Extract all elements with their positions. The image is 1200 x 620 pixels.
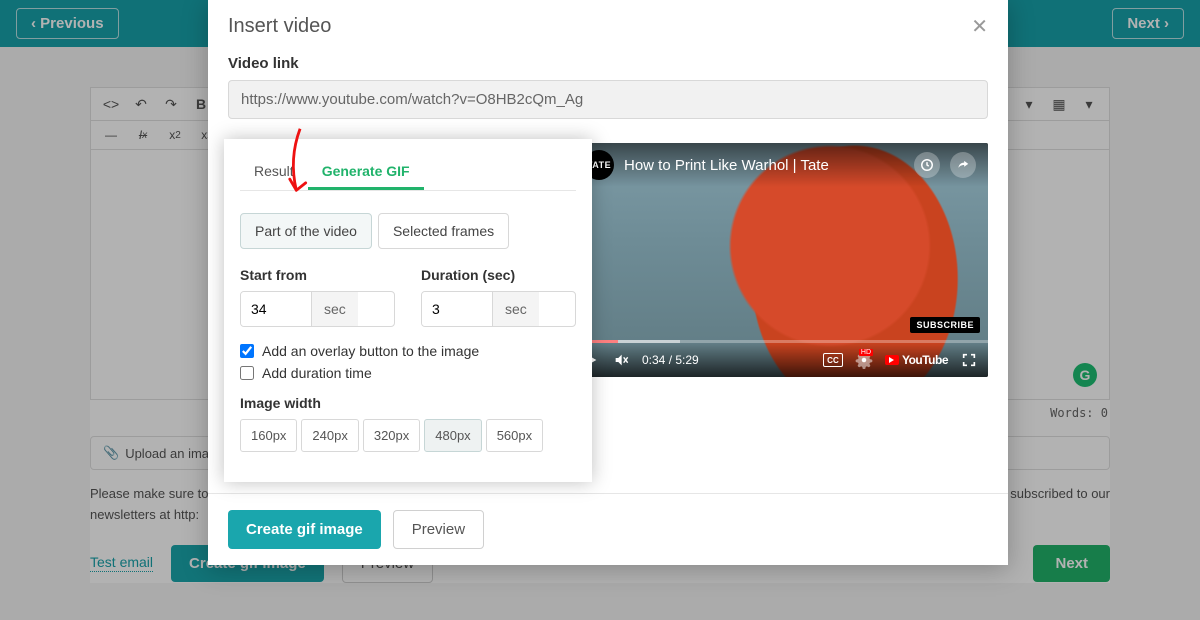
overlay-checkbox-row[interactable]: Add an overlay button to the image <box>240 343 576 359</box>
share-icon[interactable] <box>950 152 976 178</box>
insert-video-modal: Insert video ✕ Video link Result Gene <box>208 0 1008 565</box>
modal-title: Insert video <box>228 15 331 38</box>
create-gif-button-modal[interactable]: Create gif image <box>228 510 381 549</box>
tab-generate-gif[interactable]: Generate GIF <box>308 155 424 190</box>
duration-label: Duration (sec) <box>421 267 576 283</box>
seg-part-of-video[interactable]: Part of the video <box>240 213 372 249</box>
video-link-input[interactable] <box>228 80 988 119</box>
video-preview[interactable]: TATE How to Print Like Warhol | Tate SUB… <box>572 143 988 377</box>
width-option-240px[interactable]: 240px <box>301 419 358 452</box>
width-option-560px[interactable]: 560px <box>486 419 543 452</box>
width-option-480px[interactable]: 480px <box>424 419 481 452</box>
overlay-checkbox[interactable] <box>240 344 254 358</box>
youtube-logo-icon[interactable]: YouTube <box>885 353 948 367</box>
duration-checkbox[interactable] <box>240 366 254 380</box>
captions-icon[interactable]: CC <box>823 353 843 367</box>
unit-sec: sec <box>311 292 358 326</box>
unit-sec: sec <box>492 292 539 326</box>
start-from-label: Start from <box>240 267 395 283</box>
close-icon[interactable]: ✕ <box>971 14 988 39</box>
width-option-160px[interactable]: 160px <box>240 419 297 452</box>
width-option-320px[interactable]: 320px <box>363 419 420 452</box>
video-time: 0:34 / 5:29 <box>642 353 699 367</box>
image-width-options: 160px240px320px480px560px <box>240 419 576 452</box>
mute-icon[interactable] <box>612 351 630 369</box>
seg-selected-frames[interactable]: Selected frames <box>378 213 509 249</box>
duration-checkbox-row[interactable]: Add duration time <box>240 365 576 381</box>
image-width-label: Image width <box>240 395 576 411</box>
video-title: How to Print Like Warhol | Tate <box>624 157 904 174</box>
duration-input[interactable] <box>422 292 492 326</box>
preview-button-modal[interactable]: Preview <box>393 510 484 549</box>
tab-result[interactable]: Result <box>240 155 308 190</box>
fullscreen-icon[interactable] <box>960 351 978 369</box>
watch-later-icon[interactable] <box>914 152 940 178</box>
settings-hd-icon[interactable]: HD <box>855 351 873 369</box>
start-from-input[interactable] <box>241 292 311 326</box>
gif-config-panel: Result Generate GIF Part of the video Se… <box>224 139 592 482</box>
subscribe-badge[interactable]: SUBSCRIBE <box>910 317 980 333</box>
video-link-label: Video link <box>228 55 988 72</box>
